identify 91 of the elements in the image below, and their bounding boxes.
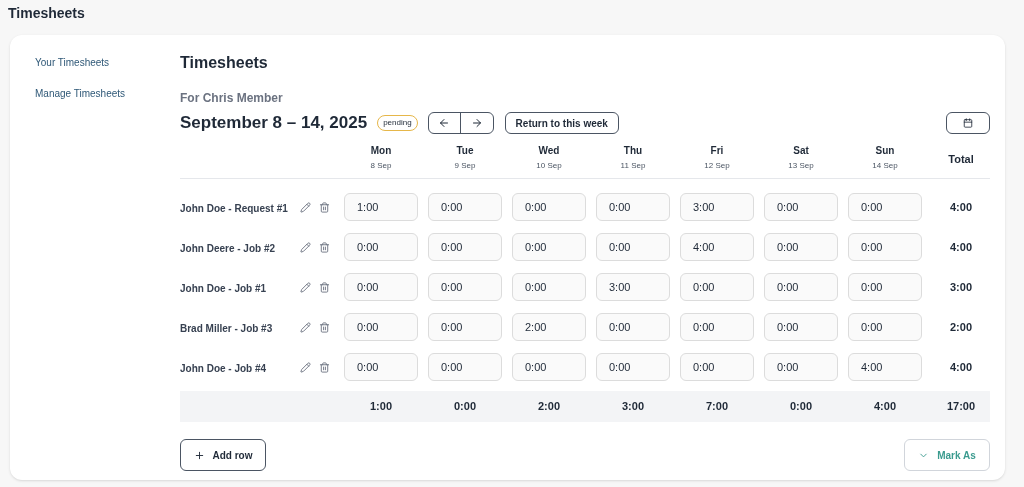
add-row-button[interactable]: Add row — [180, 439, 266, 471]
day-total: 0:00 — [790, 399, 812, 415]
date-label: 10 Sep — [536, 160, 562, 172]
time-field[interactable]: 0:00 — [680, 313, 754, 341]
day-header: Mon — [370, 144, 392, 158]
time-field[interactable]: 0:00 — [512, 273, 586, 301]
day-total: 1:00 — [370, 399, 392, 415]
total-header: Total — [948, 151, 974, 167]
time-field[interactable]: 0:00 — [848, 233, 922, 261]
date-label: 13 Sep — [788, 160, 814, 172]
week-range: September 8 – 14, 2025 — [180, 112, 368, 135]
row-total: 4:00 — [950, 359, 972, 375]
date-label: 8 Sep — [370, 160, 392, 172]
row-total: 4:00 — [950, 199, 972, 215]
day-total: 2:00 — [538, 399, 560, 415]
edit-icon[interactable] — [300, 361, 311, 373]
day-header: Sun — [875, 144, 895, 158]
arrow-right-icon — [470, 117, 483, 129]
time-field[interactable]: 0:00 — [764, 193, 838, 221]
sidebar-link[interactable]: Your Timesheets — [35, 55, 110, 70]
time-field[interactable]: 0:00 — [512, 233, 586, 261]
sidebar-link[interactable]: Manage Timesheets — [35, 86, 126, 101]
day-header: Thu — [623, 144, 643, 158]
calendar-icon — [963, 118, 973, 128]
row-label: John Doe - Job #1 — [180, 283, 267, 294]
day-total: 7:00 — [706, 399, 728, 415]
time-field[interactable]: 3:00 — [680, 193, 754, 221]
calendar-button[interactable] — [946, 112, 990, 134]
time-field[interactable]: 2:00 — [512, 313, 586, 341]
time-field[interactable]: 0:00 — [680, 353, 754, 381]
day-header: Sat — [793, 144, 809, 158]
time-field[interactable]: 0:00 — [764, 233, 838, 261]
time-field[interactable]: 0:00 — [596, 193, 670, 221]
subtitle: For Chris Member — [180, 90, 283, 107]
time-field[interactable]: 0:00 — [596, 313, 670, 341]
day-header: Wed — [538, 144, 560, 158]
return-to-week-button[interactable]: Return to this week — [504, 112, 619, 134]
time-field[interactable]: 4:00 — [680, 233, 754, 261]
row-label: John Deere - Job #2 — [180, 243, 276, 254]
time-field[interactable]: 0:00 — [428, 353, 502, 381]
time-field[interactable]: 0:00 — [764, 273, 838, 301]
row-total: 2:00 — [950, 319, 972, 335]
time-field[interactable]: 1:00 — [344, 193, 418, 221]
delete-icon[interactable] — [319, 241, 330, 253]
time-field[interactable]: 0:00 — [848, 193, 922, 221]
arrow-left-icon — [438, 117, 451, 129]
date-label: 12 Sep — [704, 160, 730, 172]
edit-icon[interactable] — [300, 281, 311, 293]
day-total: 4:00 — [874, 399, 896, 415]
section-heading: Timesheets — [180, 53, 268, 73]
row-label: John Doe - Request #1 — [180, 203, 288, 214]
time-field[interactable]: 3:00 — [596, 273, 670, 301]
delete-icon[interactable] — [319, 281, 330, 293]
time-field[interactable]: 0:00 — [764, 313, 838, 341]
time-field[interactable]: 0:00 — [344, 353, 418, 381]
delete-icon[interactable] — [319, 201, 330, 213]
time-field[interactable]: 0:00 — [344, 313, 418, 341]
time-field[interactable]: 0:00 — [764, 353, 838, 381]
time-field[interactable]: 0:00 — [848, 273, 922, 301]
delete-icon[interactable] — [319, 361, 330, 373]
row-label: John Doe - Job #4 — [180, 363, 267, 374]
row-total: 3:00 — [950, 279, 972, 295]
page-title: Timesheets — [8, 5, 85, 21]
edit-icon[interactable] — [300, 321, 311, 333]
edit-icon[interactable] — [300, 241, 311, 253]
day-header: Tue — [456, 144, 474, 158]
row-total: 4:00 — [950, 239, 972, 255]
time-field[interactable]: 4:00 — [848, 353, 922, 381]
day-total: 3:00 — [622, 399, 644, 415]
date-label: 11 Sep — [620, 160, 646, 172]
time-field[interactable]: 0:00 — [596, 233, 670, 261]
time-field[interactable]: 0:00 — [512, 193, 586, 221]
edit-icon[interactable] — [300, 201, 311, 213]
time-field[interactable]: 0:00 — [512, 353, 586, 381]
time-field[interactable]: 0:00 — [344, 273, 418, 301]
time-field[interactable]: 0:00 — [428, 273, 502, 301]
day-total: 0:00 — [454, 399, 476, 415]
time-field[interactable]: 0:00 — [428, 233, 502, 261]
day-header: Fri — [710, 144, 724, 158]
row-label: Brad Miller - Job #3 — [180, 323, 273, 334]
time-field[interactable]: 0:00 — [848, 313, 922, 341]
delete-icon[interactable] — [319, 321, 330, 333]
grand-total: 17:00 — [946, 399, 976, 415]
time-field[interactable]: 0:00 — [428, 313, 502, 341]
time-field[interactable]: 0:00 — [680, 273, 754, 301]
time-field[interactable]: 0:00 — [428, 193, 502, 221]
plus-icon — [193, 449, 205, 461]
date-label: 14 Sep — [872, 160, 898, 172]
date-label: 9 Sep — [454, 160, 476, 172]
time-field[interactable]: 0:00 — [344, 233, 418, 261]
time-field[interactable]: 0:00 — [596, 353, 670, 381]
